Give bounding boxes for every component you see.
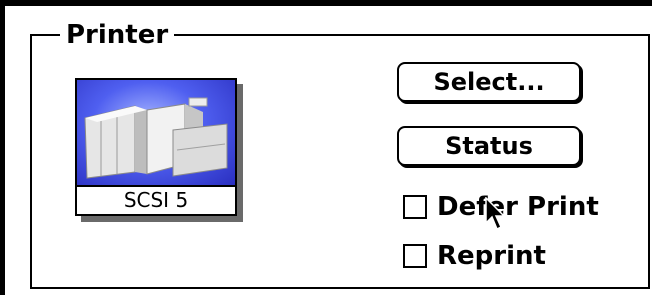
reprint-option[interactable]: Reprint <box>403 240 546 272</box>
printer-panel: Printer SCSI 5 Select... Status Defer Pr… <box>0 0 652 295</box>
printer-group-label: Printer <box>60 20 175 50</box>
status-button[interactable]: Status <box>397 126 581 166</box>
printer-icon <box>77 80 235 185</box>
printer-name-label: SCSI 5 <box>77 185 235 214</box>
defer-print-option[interactable]: Defer Print <box>403 191 599 223</box>
reprint-label: Reprint <box>437 241 546 271</box>
defer-print-label: Defer Print <box>437 192 599 222</box>
select-button[interactable]: Select... <box>397 62 581 102</box>
printer-selector-tile[interactable]: SCSI 5 <box>75 78 237 216</box>
reprint-checkbox[interactable] <box>403 244 427 268</box>
defer-print-checkbox[interactable] <box>403 195 427 219</box>
